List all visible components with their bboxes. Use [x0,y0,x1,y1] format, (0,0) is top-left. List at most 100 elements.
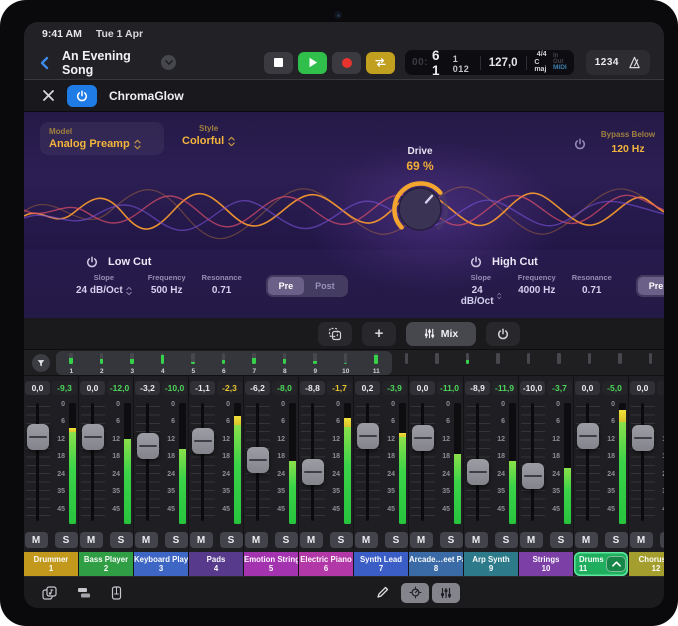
fader-value[interactable]: -6,2 [245,381,270,395]
mute-button[interactable]: M [410,532,433,548]
track-tab[interactable]: Synth Lead 7 [354,552,408,576]
close-icon[interactable] [42,89,55,102]
style-select[interactable]: Style Colorful [182,124,235,147]
nav-cell[interactable] [605,351,636,375]
mix-view-toggle[interactable]: Mix [406,322,476,346]
fader-handle[interactable] [247,447,269,473]
add-track-button[interactable]: + [362,322,396,346]
drive-knob[interactable] [385,174,455,244]
solo-button[interactable]: S [605,532,628,548]
tab-expand-button[interactable] [606,556,626,572]
nav-cell[interactable]: 10 [331,351,362,375]
track-tab[interactable]: Chorus V 12 [629,552,664,576]
fader-value[interactable]: 0,0 [80,381,105,395]
cycle-button[interactable] [366,52,395,74]
mute-button[interactable]: M [520,532,543,548]
mute-button[interactable]: M [25,532,48,548]
fader-handle[interactable] [522,463,544,489]
fader-handle[interactable] [632,425,654,451]
mixer-power-button[interactable] [486,322,520,346]
filter-button[interactable] [32,354,50,372]
plugin-controls-button[interactable] [401,583,429,603]
fader-handle[interactable] [192,428,214,454]
nav-cell[interactable]: 5 [178,351,209,375]
pencil-icon[interactable] [376,586,389,599]
high-cut-frequency[interactable]: Frequency 4000 Hz [518,273,556,296]
track-tab[interactable]: Keyboard Player 3 [134,552,188,576]
track-tab[interactable]: Strings 10 [519,552,573,576]
high-cut-power-icon[interactable] [470,256,482,268]
nav-cell[interactable] [575,351,606,375]
level-field[interactable]: Level 0.0 [660,130,664,157]
song-menu-button[interactable] [161,55,176,70]
fader-value[interactable]: 0,0 [25,381,50,395]
nav-cell[interactable] [514,351,545,375]
lcd-display[interactable]: 00: 6 1 1 012 127,0 4/4 C maj In Out MID… [405,50,574,75]
low-cut-slope[interactable]: Slope 24 dB/Oct [76,273,132,296]
nav-cell[interactable] [544,351,575,375]
low-cut-resonance[interactable]: Resonance 0.71 [202,273,242,296]
solo-button[interactable]: S [440,532,463,548]
nav-cell[interactable]: 1 [56,351,87,375]
solo-button[interactable]: S [495,532,518,548]
nav-cell[interactable] [422,351,453,375]
high-cut-slope[interactable]: Slope 24 dB/Oct [460,273,502,307]
solo-button[interactable]: S [275,532,298,548]
fader-value[interactable]: -3,2 [135,381,160,395]
bypass-below-field[interactable]: Bypass Below 120 Hz [596,130,660,157]
nav-cell[interactable] [453,351,484,375]
track-tab[interactable]: Bass Player 2 [79,552,133,576]
back-chevron-icon[interactable] [38,56,52,70]
high-cut-resonance[interactable]: Resonance 0.71 [572,273,612,296]
fader-handle[interactable] [27,424,49,450]
nav-cell[interactable]: 8 [270,351,301,375]
nav-cell[interactable] [483,351,514,375]
post-button[interactable]: Post [304,277,346,295]
solo-button[interactable]: S [165,532,188,548]
fader-handle[interactable] [137,433,159,459]
fader-value[interactable]: 0,0 [630,381,655,395]
mute-button[interactable]: M [575,532,598,548]
mute-button[interactable]: M [80,532,103,548]
fader-handle[interactable] [82,424,104,450]
solo-button[interactable]: S [110,532,133,548]
count-in-button[interactable]: 1234 [595,57,619,68]
model-select[interactable]: Model Analog Preamp [40,122,164,155]
track-tab[interactable]: Drums 11 [574,552,628,576]
fader-value[interactable]: -10,0 [520,381,545,395]
pre-button[interactable]: Pre [638,277,664,295]
solo-button[interactable]: S [55,532,78,548]
fader-handle[interactable] [467,459,489,485]
record-button[interactable] [332,52,361,74]
mixer-view-button[interactable] [432,583,460,603]
nav-cell[interactable]: 3 [117,351,148,375]
nav-cell[interactable]: 9 [300,351,331,375]
fader-value[interactable]: -8,9 [465,381,490,395]
fader-value[interactable]: -1,1 [190,381,215,395]
mute-button[interactable]: M [245,532,268,548]
nav-cell[interactable]: 4 [148,351,179,375]
solo-button[interactable]: S [330,532,353,548]
track-tab[interactable]: Drummer 1 [24,552,78,576]
stop-button[interactable] [264,52,293,74]
fader-handle[interactable] [357,423,379,449]
mute-button[interactable]: M [465,532,488,548]
pre-button[interactable]: Pre [268,277,305,295]
track-tab[interactable]: Arcade…eet Pad 8 [409,552,463,576]
fader-handle[interactable] [412,425,434,451]
fader-handle[interactable] [302,459,324,485]
song-title[interactable]: An Evening Song [62,49,154,77]
fader-handle[interactable] [577,423,599,449]
low-cut-frequency[interactable]: Frequency 500 Hz [148,273,186,296]
mute-button[interactable]: M [300,532,323,548]
solo-button[interactable]: S [220,532,243,548]
metronome-icon[interactable] [628,56,641,69]
mute-button[interactable]: M [135,532,158,548]
drive-control[interactable]: Drive 69 % [372,146,468,249]
track-tab[interactable]: Electric Piano 6 [299,552,353,576]
browser-button[interactable] [42,586,57,600]
fader-value[interactable]: 0,0 [410,381,435,395]
solo-button[interactable]: S [550,532,573,548]
nav-cell[interactable]: 2 [87,351,118,375]
mute-button[interactable]: M [190,532,213,548]
